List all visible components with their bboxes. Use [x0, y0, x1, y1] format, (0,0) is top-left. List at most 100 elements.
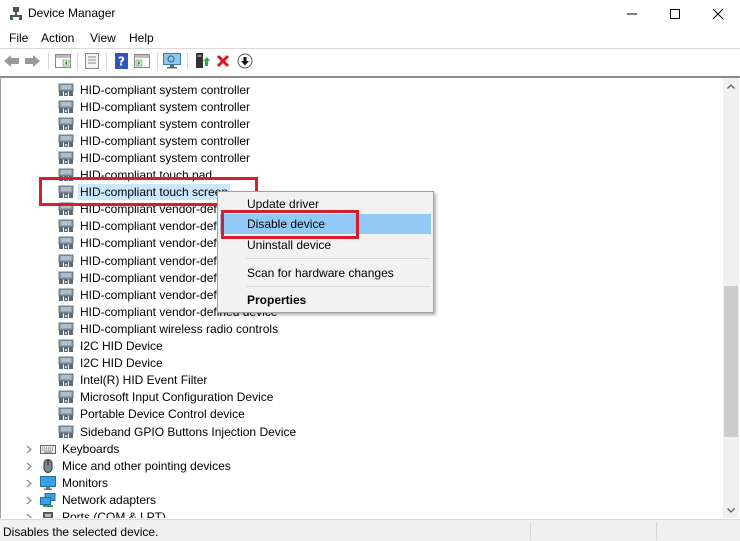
hid-device-icon [58, 83, 74, 97]
expand-chevron-icon[interactable] [24, 461, 34, 471]
menu-help[interactable]: Help [127, 31, 156, 45]
tree-category-label: Ports (COM & LPT) [62, 510, 167, 518]
menu-file[interactable]: File [7, 31, 30, 45]
scan-hardware-button[interactable] [163, 52, 181, 70]
hid-device-icon [58, 100, 74, 114]
toolbar-separator [48, 53, 49, 69]
down-arrow-circle-icon [237, 53, 253, 69]
hid-device-icon [58, 305, 74, 319]
tree-item-label: I2C HID Device [80, 339, 163, 353]
tree-item-device[interactable]: I2C HID Device [58, 355, 165, 372]
tree-item-device[interactable]: HID-compliant system controller [58, 115, 252, 132]
disable-device-button[interactable] [236, 52, 254, 70]
expand-chevron-icon[interactable] [24, 478, 34, 488]
tree-item-label: Portable Device Control device [80, 407, 245, 422]
uninstall-device-button[interactable] [214, 52, 232, 70]
tree-item-label: HID-compliant system controller [80, 99, 251, 114]
tree-item-label: Intel(R) HID Event Filter [80, 373, 208, 388]
toolbar-separator [187, 53, 188, 69]
status-divider [530, 522, 531, 540]
help-icon: ? [114, 53, 128, 69]
close-icon [713, 9, 723, 19]
update-driver-icon [196, 53, 210, 68]
tree-item-device[interactable]: I2C HID Device [58, 338, 165, 355]
minimize-icon [627, 13, 637, 15]
tree-item-device[interactable]: HID-compliant wireless radio controls [58, 320, 280, 337]
hid-device-icon [58, 134, 74, 148]
forward-button[interactable] [23, 52, 41, 70]
hid-device-icon [58, 407, 74, 421]
menu-item-update-driver[interactable]: Update driver [220, 194, 431, 214]
tree-item-device[interactable]: Sideband GPIO Buttons Injection Device [58, 423, 298, 440]
tree-item-label: HID-compliant wireless radio controls [80, 321, 279, 336]
hid-device-icon [58, 339, 74, 353]
tree-category[interactable]: Network adapters [40, 491, 158, 508]
tree-category[interactable]: Mice and other pointing devices [40, 457, 233, 474]
tree-category[interactable]: Keyboards [40, 440, 121, 457]
properties-button[interactable] [83, 52, 101, 70]
hid-device-icon [58, 219, 74, 233]
toolbar-separator [157, 53, 158, 69]
menu-item-properties[interactable]: Properties [220, 290, 431, 310]
toolbar-separator [106, 53, 107, 69]
back-button[interactable] [3, 52, 21, 70]
device-manager-icon [10, 7, 22, 20]
tree-category[interactable]: Ports (COM & LPT) [40, 509, 168, 518]
action-pane-icon [134, 54, 150, 68]
tree-item-device[interactable]: HID-compliant system controller [58, 149, 252, 166]
menu-item-scan-hardware[interactable]: Scan for hardware changes [220, 263, 431, 283]
network-adapter-icon [40, 492, 56, 507]
tree-item-label: Sideband GPIO Buttons Injection Device [80, 424, 297, 439]
window-title: Device Manager [28, 6, 116, 20]
context-menu-separator [246, 258, 430, 259]
tree-item-device[interactable]: HID-compliant system controller [58, 132, 252, 149]
hid-device-icon [58, 151, 74, 165]
tree-item-device[interactable]: HID-compliant touch pad [58, 167, 214, 184]
maximize-button[interactable] [652, 0, 698, 28]
status-bar: Disables the selected device. [0, 519, 740, 541]
expand-chevron-icon[interactable] [24, 495, 34, 505]
tree-item-device[interactable]: HID-compliant system controller [58, 98, 252, 115]
hid-device-icon [58, 425, 74, 439]
chevron-up-icon [727, 83, 735, 89]
status-text: Disables the selected device. [3, 525, 159, 539]
minimize-button[interactable] [609, 0, 655, 28]
tree-item-device[interactable]: Portable Device Control device [58, 406, 247, 423]
tree-item-label: HID-compliant system controller [80, 133, 251, 148]
red-x-icon [216, 54, 230, 68]
status-divider [656, 522, 657, 540]
scroll-down-button[interactable] [723, 502, 739, 518]
action-pane-button[interactable] [133, 52, 151, 70]
vertical-scrollbar[interactable] [723, 78, 739, 518]
keyboard-icon [40, 442, 56, 456]
title-bar: Device Manager [0, 0, 740, 28]
close-button[interactable] [695, 0, 740, 28]
mouse-icon [40, 458, 56, 473]
tree-category-label: Keyboards [62, 441, 120, 456]
tree-item-device[interactable]: HID-compliant system controller [58, 81, 252, 98]
tree-item-label: HID-compliant system controller [80, 116, 251, 131]
console-tree-button[interactable] [54, 52, 72, 70]
monitor-scan-icon [163, 53, 181, 69]
scroll-up-button[interactable] [723, 78, 739, 94]
back-arrow-icon [4, 55, 19, 67]
tree-category[interactable]: Monitors [40, 474, 110, 491]
chevron-down-icon [727, 507, 735, 513]
tree-item-device[interactable]: Intel(R) HID Event Filter [58, 372, 209, 389]
expand-chevron-icon[interactable] [24, 444, 34, 454]
help-button[interactable]: ? [112, 52, 130, 70]
menu-action[interactable]: Action [39, 31, 76, 45]
tree-item-label: HID-compliant system controller [80, 82, 251, 97]
tree-category-label: Network adapters [62, 492, 157, 507]
expand-chevron-icon[interactable] [24, 513, 34, 518]
update-driver-button[interactable] [193, 52, 211, 70]
tree-item-device[interactable]: HID-compliant touch screen [58, 184, 231, 201]
menu-item-disable-device[interactable]: Disable device [220, 214, 431, 234]
menu-item-uninstall-device[interactable]: Uninstall device [220, 235, 431, 255]
menu-view[interactable]: View [88, 31, 118, 45]
svg-text:?: ? [118, 55, 125, 69]
tree-item-device[interactable]: Microsoft Input Configuration Device [58, 389, 275, 406]
console-tree-icon [55, 54, 71, 68]
scrollbar-thumb[interactable] [724, 285, 738, 437]
hid-device-icon [58, 271, 74, 285]
